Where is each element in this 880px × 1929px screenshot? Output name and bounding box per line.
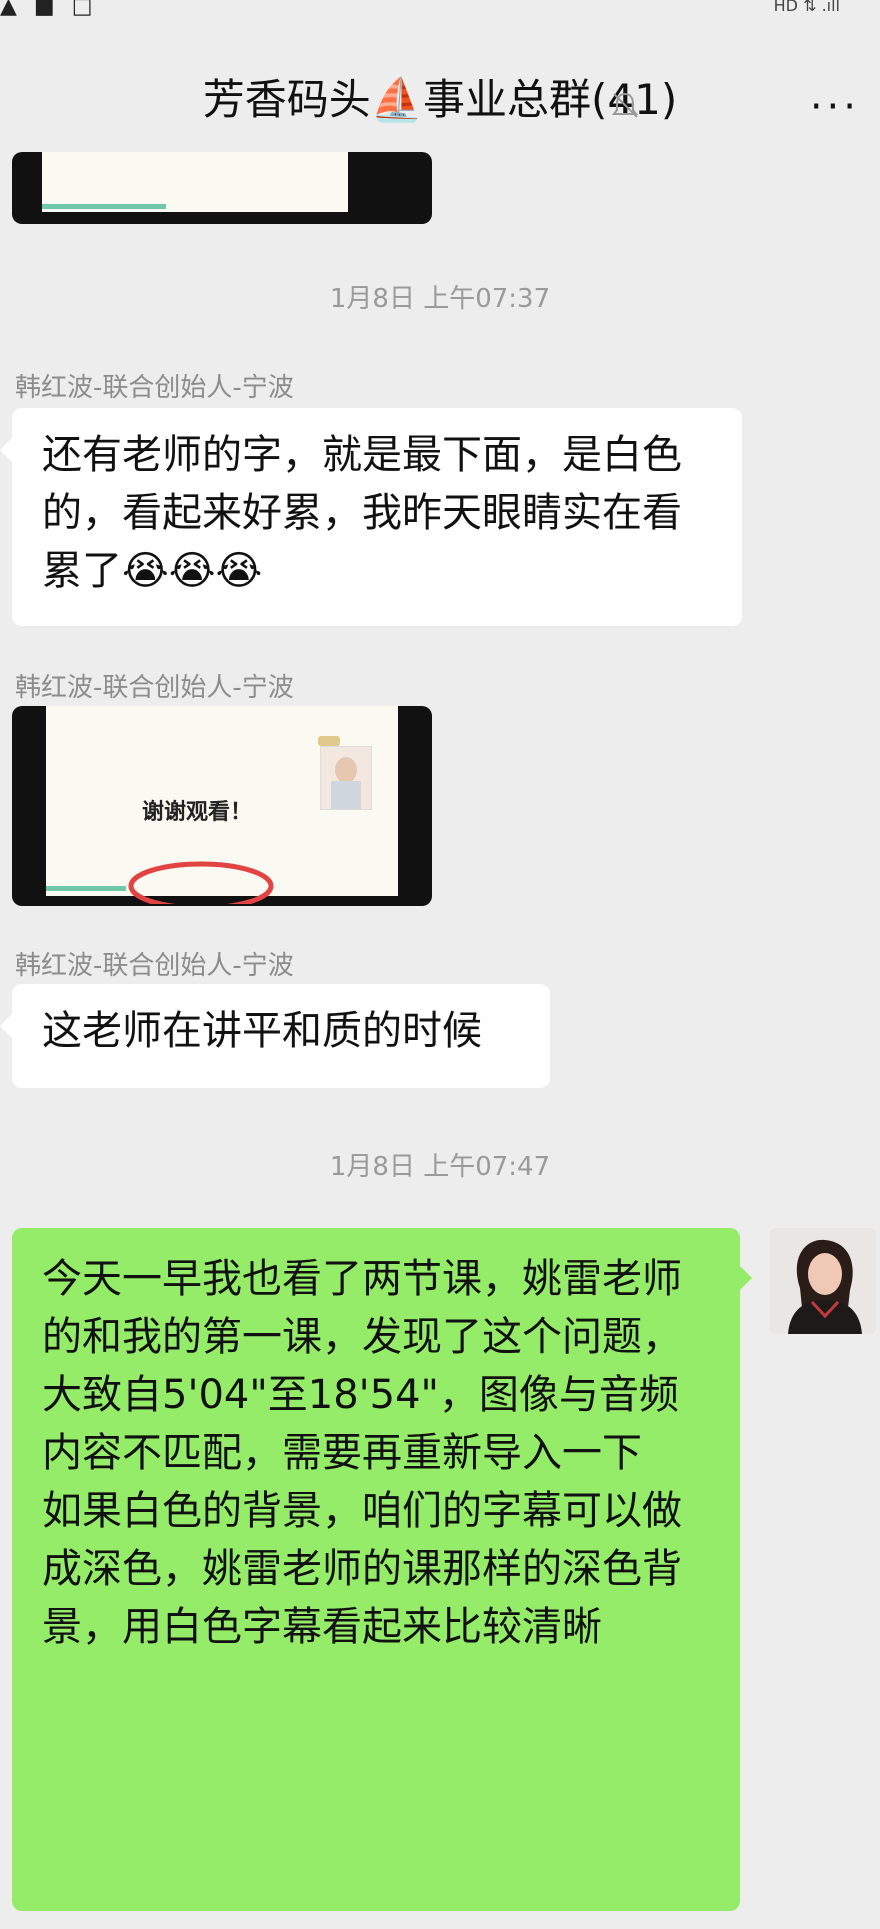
red-circle-annotation [128, 861, 274, 904]
sender-name: 韩红波-联合创始人-宁波 [15, 951, 294, 981]
timestamp: 1月8日 上午07:37 [329, 284, 551, 314]
message-bubble[interactable]: 这老师在讲平和质的时候 [0, 984, 550, 1088]
my-avatar[interactable] [770, 1228, 876, 1334]
app-icon: ■ [33, 0, 55, 19]
sender-name: 韩红波-联合创始人-宁波 [15, 673, 294, 703]
more-options-button[interactable]: ··· [810, 84, 860, 130]
timestamp: 1月8日 上午07:47 [329, 1152, 551, 1182]
my-message-bubble[interactable]: 今天一早我也看了两节课，姚雷老师的和我的第一课，发现了这个问题，大致自5'04"… [12, 1228, 752, 1911]
status-icons-left: ▲ ■ □ [0, 0, 103, 19]
sender-name: 韩红波-联合创始人-宁波 [15, 373, 294, 403]
bell-off-icon [612, 92, 638, 118]
status-bar: ▲ ■ □ HD ⇅ .ıll [0, 0, 880, 22]
avatar-photo [770, 1228, 876, 1334]
warning-icon: ▲ [0, 0, 17, 19]
video-frame: 谢谢观看！ [46, 706, 398, 904]
presenter-thumbnail [320, 746, 372, 810]
message-bubble[interactable]: 还有老师的字，就是最下面，是白色的，看起来好累，我昨天眼睛实在看累了😭😭😭 [0, 408, 742, 626]
doc-icon: □ [71, 0, 93, 19]
chat-title: 芳香码头⛵事业总群(41) [202, 75, 678, 124]
chat-header: 芳香码头⛵事业总群(41) ··· [0, 22, 880, 162]
image-message[interactable]: 谢谢观看！ [12, 706, 432, 906]
image-message-partial[interactable] [12, 152, 432, 224]
slide-caption: 谢谢观看！ [142, 799, 253, 825]
status-icons-right: HD ⇅ .ıll [773, 0, 840, 15]
